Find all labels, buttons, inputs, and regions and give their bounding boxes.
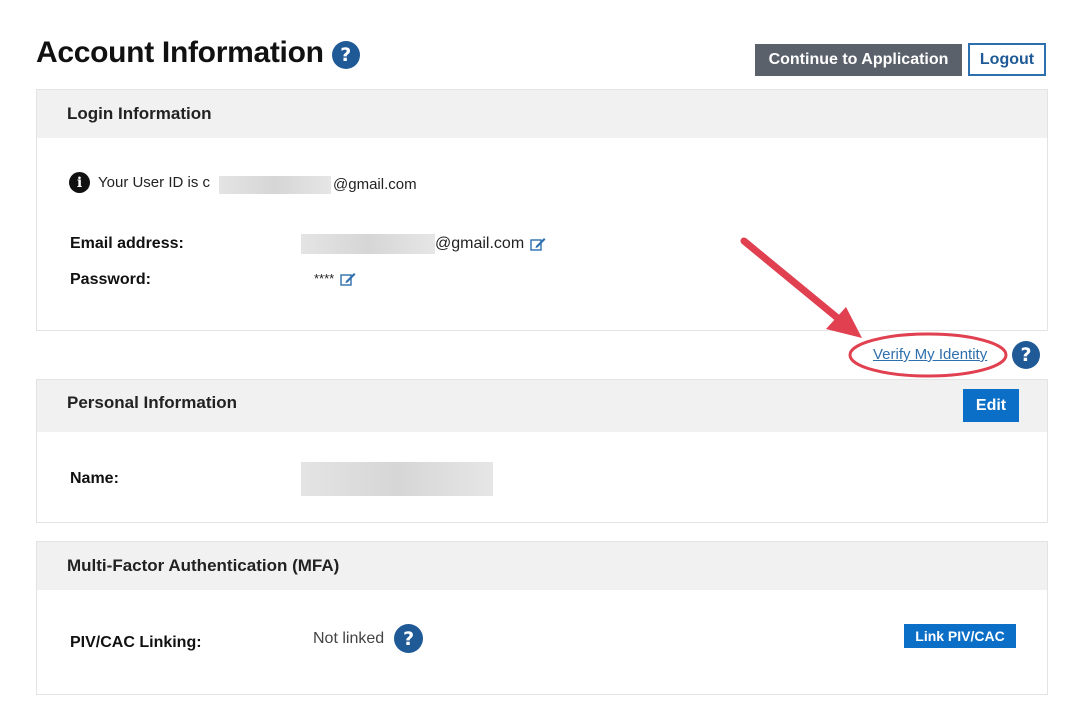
- piv-status-text: Not linked: [313, 629, 385, 647]
- personal-information-heading: Personal Information: [67, 393, 238, 412]
- login-information-heading: Login Information: [37, 90, 1047, 138]
- password-value: ****: [314, 271, 356, 286]
- login-information-panel: Login Information i Your User ID is c @g…: [36, 89, 1048, 331]
- page-title-text: Account Information: [36, 36, 324, 69]
- password-label: Password:: [70, 271, 151, 288]
- page-title: Account Information ?: [36, 36, 360, 70]
- edit-email-icon[interactable]: [530, 237, 546, 251]
- user-id-prefix: Your User ID is c: [98, 174, 210, 191]
- user-id-row: i Your User ID is c: [69, 172, 210, 193]
- name-redaction: [301, 462, 493, 496]
- user-id-redaction: [219, 176, 331, 194]
- mfa-help-icon[interactable]: ?: [394, 624, 424, 653]
- mfa-panel: Multi-Factor Authentication (MFA) PIV/CA…: [36, 541, 1048, 695]
- user-id-suffix: @gmail.com: [333, 176, 417, 193]
- email-address-label: Email address:: [70, 235, 184, 252]
- verify-help-icon[interactable]: ?: [1012, 341, 1040, 369]
- link-piv-cac-button[interactable]: Link PIV/CAC: [904, 624, 1016, 648]
- email-redaction: [301, 234, 435, 254]
- edit-password-icon[interactable]: [340, 272, 356, 286]
- logout-button[interactable]: Logout: [968, 43, 1046, 76]
- email-value: @gmail.com: [435, 235, 546, 253]
- email-suffix: @gmail.com: [435, 235, 525, 252]
- personal-information-panel: Personal Information Edit Name:: [36, 379, 1048, 523]
- piv-cac-linking-label: PIV/CAC Linking:: [70, 634, 202, 651]
- piv-status: Not linked ?: [313, 624, 424, 653]
- password-mask: ****: [314, 271, 335, 286]
- edit-button[interactable]: Edit: [963, 389, 1019, 422]
- mfa-heading: Multi-Factor Authentication (MFA): [37, 542, 1047, 590]
- continue-to-application-button[interactable]: Continue to Application: [755, 44, 962, 76]
- name-label: Name:: [70, 470, 119, 487]
- help-icon[interactable]: ?: [331, 41, 360, 69]
- info-circle-icon: i: [69, 172, 90, 193]
- verify-my-identity-link[interactable]: Verify My Identity: [873, 346, 987, 363]
- personal-information-header: Personal Information Edit: [37, 380, 1047, 432]
